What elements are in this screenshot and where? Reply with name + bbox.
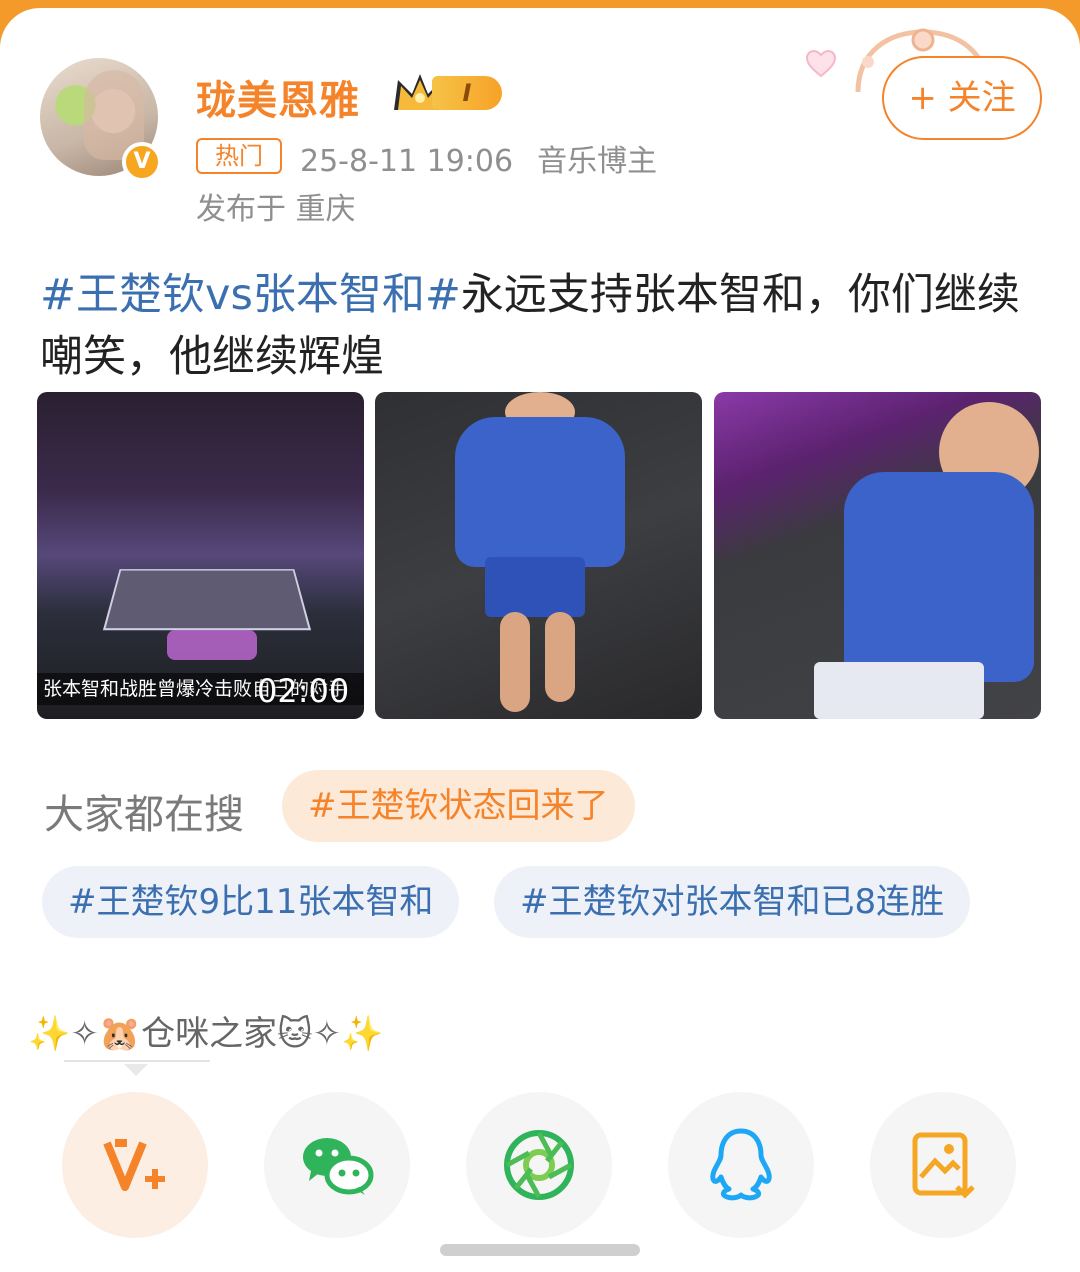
player-jersey-shape	[455, 417, 625, 567]
home-indicator[interactable]	[440, 1244, 640, 1256]
group-name[interactable]: ✨✧🐹仓咪之家🐱✧✨	[28, 1006, 383, 1055]
trending-topic-chip[interactable]: #王楚钦对张本智和已8连胜	[494, 866, 971, 938]
share-qq-button[interactable]	[668, 1092, 814, 1238]
caret-icon	[124, 1064, 148, 1076]
trending-topic-chip[interactable]: #王楚钦9比11张本智和	[42, 866, 460, 938]
save-image-icon	[912, 1132, 975, 1199]
post-text: #王楚钦vs张本智和#永远支持张本智和，你们继续嘲笑，他继续辉煌	[40, 264, 1040, 388]
v-plus-icon	[103, 1139, 165, 1191]
heart-icon	[806, 50, 836, 78]
player-leg-shape	[500, 612, 530, 712]
video-thumbnail[interactable]: 张本智和战胜曾爆冷击败自己的对手 02:00	[37, 392, 364, 719]
trending-topic-chip[interactable]: #王楚钦状态回来了	[282, 770, 635, 842]
video-duration: 02:00	[257, 672, 350, 710]
divider	[64, 1060, 210, 1062]
player-shorts-shape	[485, 557, 585, 617]
share-v-plus-button[interactable]	[62, 1092, 208, 1238]
post-location: 发布于 重庆	[196, 192, 356, 227]
hot-badge: 热门	[196, 138, 282, 174]
wechat-icon	[303, 1138, 374, 1195]
username[interactable]: 珑美恩雅	[196, 68, 360, 126]
save-image-button[interactable]	[870, 1092, 1016, 1238]
trending-search-label: 大家都在搜	[44, 792, 244, 838]
post-timestamp: 25-8-11 19:06	[300, 144, 514, 179]
post-card: V 珑美恩雅 I 热门 25-8-11 19:06 音乐博主 发布于 重庆 + 关…	[0, 8, 1080, 1272]
image-thumbnail[interactable]	[714, 392, 1041, 719]
moments-icon	[504, 1130, 574, 1200]
follow-button[interactable]: + 关注	[882, 56, 1042, 140]
user-role: 音乐博主	[537, 144, 658, 179]
qq-icon	[710, 1128, 772, 1201]
share-wechat-button[interactable]	[264, 1092, 410, 1238]
level-badge: I	[432, 76, 502, 110]
share-moments-button[interactable]	[466, 1092, 612, 1238]
verified-badge-icon: V	[122, 142, 162, 182]
topic-link[interactable]: #王楚钦vs张本智和#	[40, 270, 461, 320]
table-tennis-table-shape	[102, 569, 312, 631]
table-leg-shape	[167, 630, 257, 660]
player-shorts-shape	[814, 662, 984, 719]
player-leg-shape	[545, 612, 575, 702]
player-jersey-shape	[844, 472, 1034, 682]
post-meta: 25-8-11 19:06 音乐博主	[300, 136, 657, 180]
image-thumbnail[interactable]	[375, 392, 702, 719]
